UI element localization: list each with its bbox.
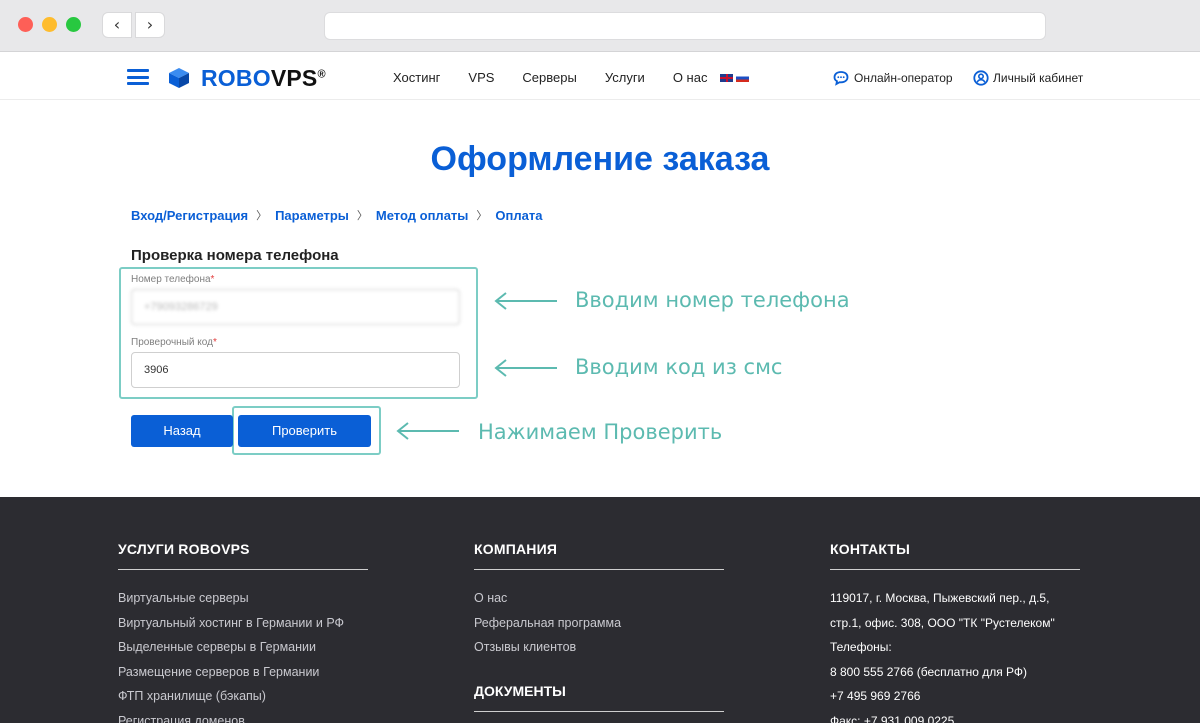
arrow-left-icon bbox=[494, 359, 557, 377]
footer-services-title: УСЛУГИ ROBOVPS bbox=[118, 541, 250, 557]
footer-documents: ДОКУМЕНТЫ bbox=[474, 683, 724, 712]
uk-flag-icon[interactable] bbox=[720, 73, 734, 82]
browser-toolbar: ‹ › bbox=[0, 0, 1200, 52]
site-header: ROBOVPS® Хостинг VPS Серверы Услуги О на… bbox=[0, 53, 1200, 100]
check-button[interactable]: Проверить bbox=[238, 415, 371, 447]
arrow-left-icon bbox=[494, 292, 557, 310]
breadcrumb-separator-icon: 〉 bbox=[356, 209, 368, 222]
maximize-window-icon[interactable] bbox=[66, 17, 81, 32]
nav-about[interactable]: О нас bbox=[673, 70, 708, 85]
footer-divider bbox=[474, 569, 724, 570]
footer-link[interactable]: Отзывы клиентов bbox=[474, 635, 724, 660]
footer-company: КОМПАНИЯ О нас Реферальная программа Отз… bbox=[474, 541, 724, 660]
browser-forward-button[interactable]: › bbox=[135, 12, 165, 38]
breadcrumb: Вход/Регистрация 〉 Параметры 〉 Метод опл… bbox=[131, 207, 542, 223]
breadcrumb-payment[interactable]: Оплата bbox=[495, 208, 542, 223]
main-nav: Хостинг VPS Серверы Услуги О нас bbox=[393, 70, 750, 85]
logo-registered-mark: ® bbox=[317, 67, 326, 80]
ru-flag-icon[interactable] bbox=[736, 73, 750, 82]
required-mark: * bbox=[212, 337, 217, 348]
contact-line[interactable]: +7 495 969 2766 bbox=[830, 684, 1080, 709]
language-switcher[interactable] bbox=[720, 70, 750, 85]
account-link[interactable]: Личный кабинет bbox=[973, 70, 1083, 86]
breadcrumb-login[interactable]: Вход/Регистрация bbox=[131, 208, 248, 223]
menu-icon[interactable] bbox=[127, 69, 149, 85]
required-mark: * bbox=[210, 274, 215, 285]
user-icon bbox=[973, 70, 989, 86]
footer-link[interactable]: Выделенные серверы в Германии bbox=[118, 635, 368, 660]
footer-link[interactable]: Реферальная программа bbox=[474, 611, 724, 636]
footer-documents-title: ДОКУМЕНТЫ bbox=[474, 683, 566, 699]
footer-link[interactable]: О нас bbox=[474, 586, 724, 611]
annotation-code: Вводим код из смс bbox=[575, 355, 783, 379]
online-operator-link[interactable]: Онлайн-оператор bbox=[833, 70, 953, 86]
footer-link[interactable]: ФТП хранилище (бэкапы) bbox=[118, 684, 368, 709]
site-footer: УСЛУГИ ROBOVPS Виртуальные серверы Вирту… bbox=[0, 497, 1200, 723]
footer-company-title: КОМПАНИЯ bbox=[474, 541, 558, 557]
footer-link[interactable]: Размещение серверов в Германии bbox=[118, 660, 368, 685]
address-bar[interactable] bbox=[324, 12, 1046, 40]
breadcrumb-separator-icon: 〉 bbox=[256, 209, 268, 222]
annotation-check: Нажимаем Проверить bbox=[478, 420, 723, 444]
footer-divider bbox=[118, 569, 368, 570]
phone-input[interactable]: +79093286729 bbox=[131, 289, 460, 325]
page-title: Оформление заказа bbox=[430, 140, 770, 178]
footer-divider bbox=[830, 569, 1080, 570]
nav-servers[interactable]: Серверы bbox=[522, 70, 576, 85]
online-operator-label: Онлайн-оператор bbox=[854, 71, 953, 85]
breadcrumb-separator-icon: 〉 bbox=[476, 209, 488, 222]
footer-contacts-title: КОНТАКТЫ bbox=[830, 541, 911, 557]
breadcrumb-payment-method[interactable]: Метод оплаты bbox=[376, 208, 468, 223]
annotation-phone: Вводим номер телефона bbox=[575, 288, 850, 312]
verification-code-input[interactable]: 3906 bbox=[131, 352, 460, 388]
phone-label: Номер телефона* bbox=[131, 274, 215, 285]
contact-line: 119017, г. Москва, Пыжевский пер., д.5, bbox=[830, 591, 1050, 605]
code-label: Проверочный код* bbox=[131, 337, 217, 348]
browser-back-button[interactable]: ‹ bbox=[102, 12, 132, 38]
account-label: Личный кабинет bbox=[993, 71, 1084, 85]
footer-link[interactable]: Регистрация доменов bbox=[118, 709, 368, 723]
footer-divider bbox=[474, 711, 724, 712]
logo-text-vps: VPS bbox=[270, 64, 318, 91]
contact-line: Факс: +7 931 009 0225 bbox=[830, 713, 955, 723]
footer-services: УСЛУГИ ROBOVPS Виртуальные серверы Вирту… bbox=[118, 541, 368, 723]
back-button[interactable]: Назад bbox=[131, 415, 233, 447]
chat-icon bbox=[833, 71, 849, 86]
minimize-window-icon[interactable] bbox=[42, 17, 57, 32]
footer-link[interactable]: Виртуальные серверы bbox=[118, 586, 368, 611]
nav-vps[interactable]: VPS bbox=[468, 70, 494, 85]
logo-text-robo: ROBO bbox=[201, 64, 271, 91]
contact-line[interactable]: 8 800 555 2766 (бесплатно для РФ) bbox=[830, 660, 1080, 685]
contact-line: Телефоны: bbox=[830, 640, 892, 654]
contact-line: стр.1, офис. 308, ООО "ТК "Рустелеком" bbox=[830, 615, 1055, 630]
arrow-left-icon bbox=[396, 422, 459, 440]
nav-hosting[interactable]: Хостинг bbox=[393, 70, 440, 85]
footer-link[interactable]: Виртуальный хостинг в Германии и РФ bbox=[118, 611, 368, 636]
footer-contacts: КОНТАКТЫ 119017, г. Москва, Пыжевский пе… bbox=[830, 541, 1080, 723]
nav-services[interactable]: Услуги bbox=[605, 70, 645, 85]
close-window-icon[interactable] bbox=[18, 17, 33, 32]
robovps-logo[interactable]: ROBOVPS® bbox=[168, 65, 326, 91]
section-title: Проверка номера телефона bbox=[131, 247, 339, 264]
breadcrumb-parameters[interactable]: Параметры bbox=[275, 208, 349, 223]
cube-logo-icon bbox=[169, 68, 189, 88]
